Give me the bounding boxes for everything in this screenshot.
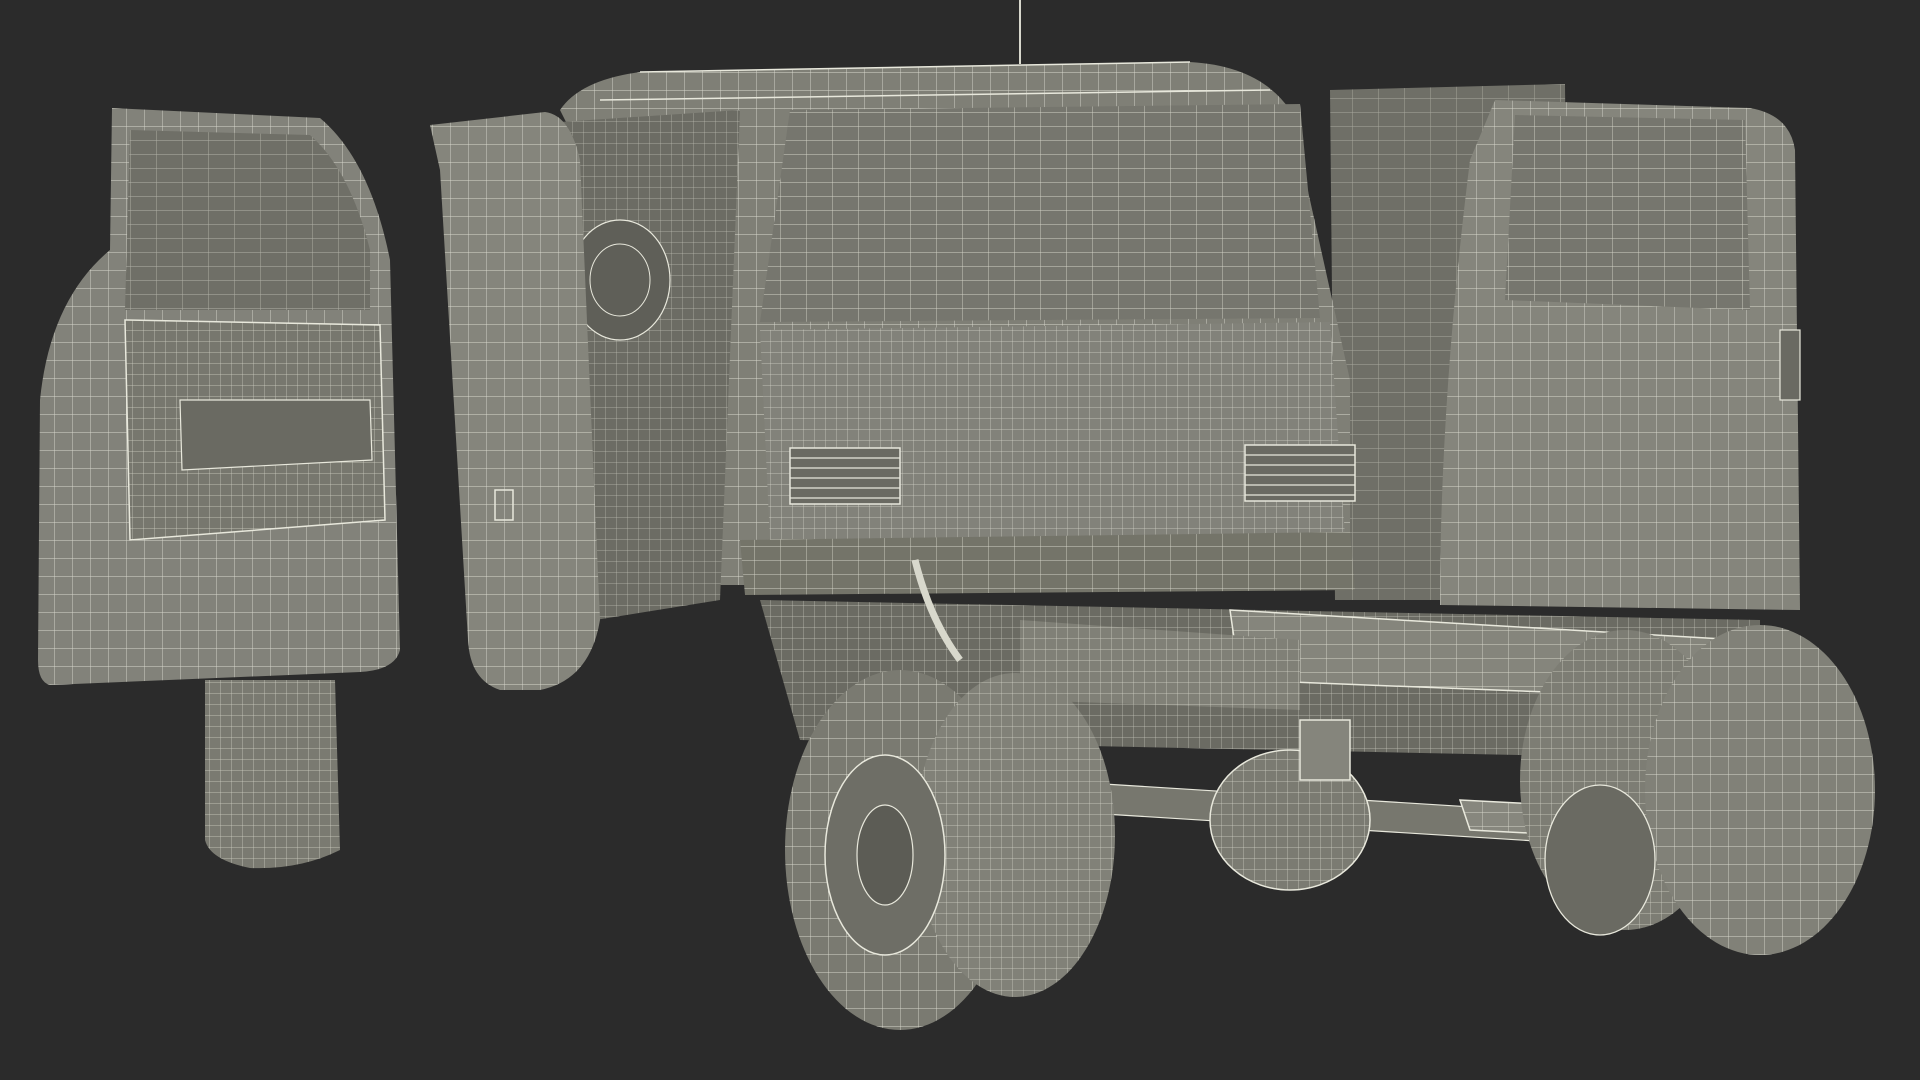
rear-right-dual-wheels [1520, 625, 1875, 955]
wireframe-truck-render [38, 0, 1875, 1030]
front-left-door [38, 108, 400, 685]
rear-left-door [430, 112, 600, 690]
render-viewport [0, 0, 1920, 1080]
front-right-door [1440, 100, 1801, 610]
front-left-wheel [205, 680, 340, 869]
right-vent [1244, 444, 1356, 502]
left-vent [789, 447, 901, 505]
rear-left-dual-wheels [785, 670, 1115, 1030]
